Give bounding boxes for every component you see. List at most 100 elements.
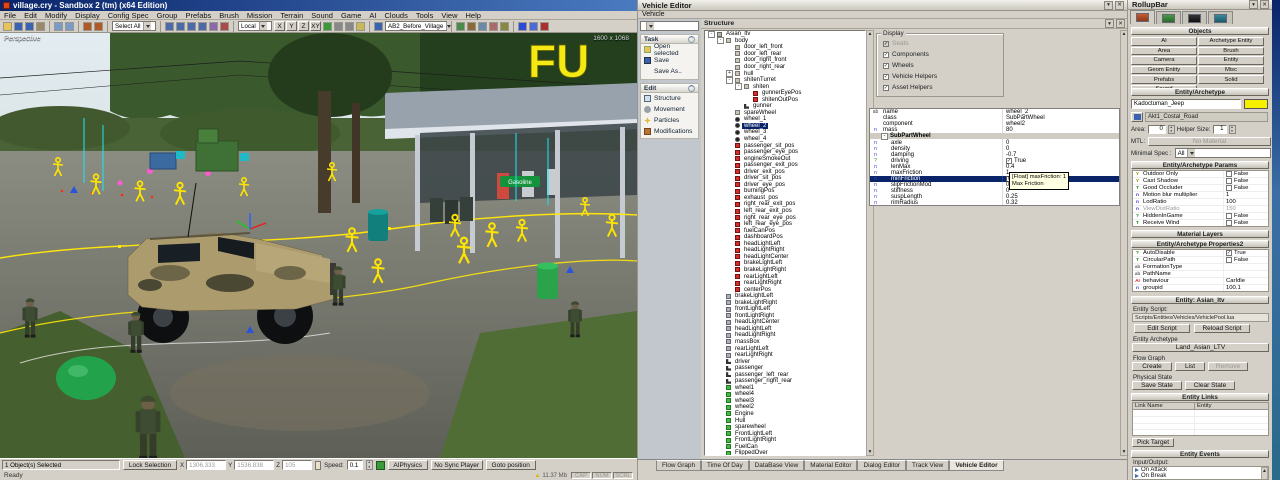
open-icon[interactable] bbox=[3, 22, 12, 31]
remove-button[interactable]: Remove bbox=[1208, 362, 1248, 371]
save-icon[interactable] bbox=[14, 22, 23, 31]
collapse-icon[interactable]: - bbox=[717, 37, 724, 44]
menu-clouds[interactable]: Clouds bbox=[380, 11, 411, 20]
layer-icon[interactable] bbox=[478, 22, 487, 31]
goto-position-button[interactable]: Goto position bbox=[486, 460, 536, 470]
menu-game[interactable]: Game bbox=[337, 11, 365, 20]
objects-rollup-header[interactable]: Objects bbox=[1131, 27, 1269, 35]
pick-target-button[interactable]: Pick Target bbox=[1132, 438, 1174, 447]
menu-brush[interactable]: Brush bbox=[215, 11, 243, 20]
panel-item-open-selected[interactable]: Open selected bbox=[641, 44, 698, 55]
angle-snap-icon[interactable] bbox=[345, 22, 354, 31]
vehicle-select-combo[interactable] bbox=[640, 21, 699, 31]
select-all-combo[interactable]: Select All bbox=[112, 21, 156, 31]
param-row-viewdistratio[interactable]: nViewDistRatio150 bbox=[1133, 206, 1268, 213]
collapse-chevron-icon[interactable]: ⌃ bbox=[688, 85, 695, 92]
display-option-wheels[interactable]: Wheels bbox=[883, 60, 1003, 71]
area-field[interactable]: 0 bbox=[1148, 125, 1166, 134]
select-area-icon[interactable] bbox=[209, 22, 218, 31]
archetype-link[interactable]: Akt1_Costal_Road bbox=[1145, 112, 1268, 122]
edit-panel-header[interactable]: Edit ⌃ bbox=[641, 84, 698, 93]
close-icon[interactable]: ✕ bbox=[1116, 19, 1125, 28]
axis-x-button[interactable]: X bbox=[274, 21, 285, 31]
helper-size-field[interactable]: 1 bbox=[1213, 125, 1227, 134]
param-row-pathname[interactable]: abPathName bbox=[1133, 271, 1268, 278]
param-row-behaviour[interactable]: AIbehaviourCarIdle bbox=[1133, 278, 1268, 285]
scroll-up-icon[interactable]: ▲ bbox=[1122, 31, 1127, 37]
entity-links-header[interactable]: Entity Links bbox=[1131, 393, 1269, 401]
structure-tree[interactable]: -Asian_ltv-bodydoor_left_frontdoor_left_… bbox=[704, 30, 866, 456]
tab-dialog-editor[interactable]: Dialog Editor bbox=[857, 460, 906, 471]
tab-display[interactable] bbox=[1182, 11, 1207, 24]
clear-state-button[interactable]: Clear State bbox=[1185, 381, 1235, 390]
tab-layers[interactable] bbox=[1208, 11, 1233, 24]
window-titlebar[interactable]: village.cry - Sandbox 2 (tm) (x64 Editio… bbox=[0, 0, 637, 11]
menu-tools[interactable]: Tools bbox=[412, 11, 438, 20]
menu-file[interactable]: File bbox=[0, 11, 20, 20]
tab-database-view[interactable]: DataBase View bbox=[749, 460, 805, 471]
checkbox-checked-icon[interactable] bbox=[1226, 250, 1232, 256]
object-button-misc[interactable]: Misc bbox=[1198, 66, 1264, 75]
tab-time-of-day[interactable]: Time Of Day bbox=[701, 460, 749, 471]
object-button-camera[interactable]: Camera bbox=[1131, 56, 1197, 65]
tab-terrain[interactable] bbox=[1156, 11, 1181, 24]
no-sync-player-button[interactable]: No Sync Player bbox=[431, 460, 483, 470]
property-grid[interactable]: abnamewheel_2classSubPartWheelcomponentw… bbox=[869, 108, 1120, 206]
entity-links-table[interactable]: Link Name Entity bbox=[1132, 402, 1269, 436]
link-row[interactable] bbox=[1133, 424, 1268, 431]
display-option-seats[interactable]: Seats bbox=[883, 38, 1003, 49]
param-row-motion-blur-multiplier[interactable]: nMotion blur multiplier1 bbox=[1133, 192, 1268, 199]
entity-archetype-header[interactable]: Entity/Archetype bbox=[1131, 88, 1269, 96]
pin-icon[interactable]: ▾ bbox=[1105, 19, 1114, 28]
menu-view[interactable]: View bbox=[437, 11, 461, 20]
entity-events-header[interactable]: Entity Events bbox=[1131, 450, 1269, 458]
panel-item-save[interactable]: Save bbox=[641, 55, 698, 66]
axis-xy-button[interactable]: XY bbox=[310, 21, 321, 31]
material-layers-header[interactable]: Material Layers bbox=[1131, 230, 1269, 238]
links-col-name[interactable]: Link Name bbox=[1133, 403, 1195, 409]
axis-y-button[interactable]: Y bbox=[286, 21, 297, 31]
close-icon[interactable]: ✕ bbox=[1260, 0, 1269, 9]
property-row-rimradius[interactable]: nrimRadius0.32 bbox=[870, 200, 1119, 206]
move-tool-icon[interactable] bbox=[176, 22, 185, 31]
archetype-browse-button[interactable] bbox=[1131, 112, 1143, 122]
param-row-formationtype[interactable]: abFormationType bbox=[1133, 264, 1268, 271]
checkbox-icon[interactable] bbox=[883, 52, 889, 58]
object-button-prefabs[interactable]: Prefabs bbox=[1131, 75, 1197, 84]
entity-archetype-button[interactable]: Land_Asian_LTV bbox=[1132, 343, 1269, 352]
tab-track-view[interactable]: Track View bbox=[906, 460, 949, 471]
checkbox-icon[interactable] bbox=[1226, 171, 1232, 177]
lock-selection-button[interactable]: Lock Selection bbox=[123, 460, 177, 470]
checkbox-icon[interactable] bbox=[1226, 178, 1232, 184]
snapshot-icon[interactable] bbox=[500, 22, 509, 31]
checkbox-icon[interactable] bbox=[883, 85, 889, 91]
panel-item-particles[interactable]: Particles bbox=[641, 115, 698, 126]
tab-objects[interactable] bbox=[1130, 10, 1155, 24]
scroll-down-icon[interactable]: ▼ bbox=[868, 449, 873, 455]
object-button-ai[interactable]: AI bbox=[1131, 37, 1197, 46]
menu-ai[interactable]: AI bbox=[365, 11, 380, 20]
reload-script-button[interactable]: Reload Script bbox=[1194, 324, 1250, 333]
collapse-icon[interactable]: - bbox=[735, 83, 742, 90]
area-spinner[interactable]: ▲▼ bbox=[1168, 125, 1175, 134]
grid-snap-icon[interactable] bbox=[334, 22, 343, 31]
object-button-geom-entity[interactable]: Geom Entity bbox=[1131, 66, 1197, 75]
rollupbar-titlebar[interactable]: RollupBar ▾ ✕ bbox=[1128, 0, 1273, 10]
chevron-down-icon[interactable] bbox=[259, 22, 267, 30]
menubar[interactable]: FileEditModifyDisplayConfig SpecGroupPre… bbox=[0, 11, 637, 20]
unlink-icon[interactable] bbox=[94, 22, 103, 31]
chevron-down-icon[interactable] bbox=[1187, 149, 1195, 157]
collapse-icon[interactable]: - bbox=[726, 77, 733, 84]
freeze-icon[interactable] bbox=[220, 22, 229, 31]
scroll-down-icon[interactable]: ▼ bbox=[1122, 449, 1127, 455]
coord-z-field[interactable]: 105 bbox=[282, 460, 312, 470]
tab-material-editor[interactable]: Material Editor bbox=[804, 460, 857, 471]
menu-group[interactable]: Group bbox=[153, 11, 182, 20]
reference-coords-combo[interactable]: Local bbox=[238, 21, 272, 31]
chevron-down-icon[interactable] bbox=[646, 22, 654, 30]
checkbox-icon[interactable] bbox=[1226, 257, 1232, 263]
save-state-button[interactable]: Save State bbox=[1132, 381, 1182, 390]
link-icon[interactable] bbox=[83, 22, 92, 31]
material-button[interactable]: No Material bbox=[1148, 137, 1271, 146]
collapse-icon[interactable]: - bbox=[708, 31, 715, 38]
